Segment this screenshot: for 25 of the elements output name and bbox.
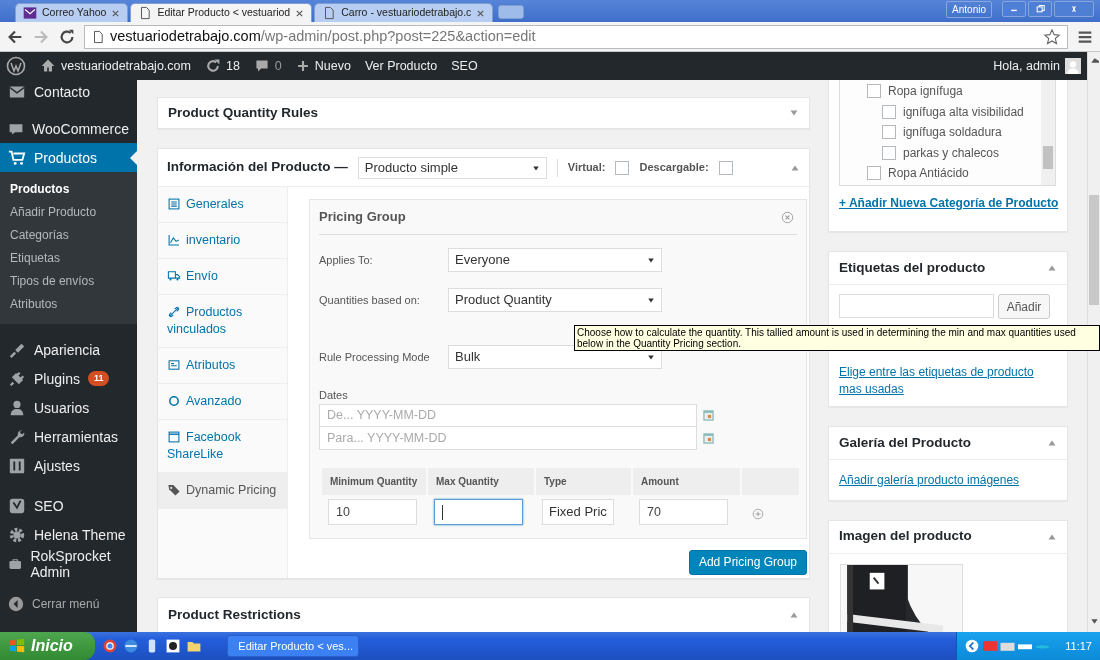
panel-title: Etiquetas del producto — [839, 258, 986, 277]
field-label: Rule Processing Mode — [319, 350, 431, 365]
category-label: Ropa Antiácido — [888, 165, 969, 183]
category-label: Ropa ignífuga — [888, 83, 963, 101]
column-header: Type — [536, 468, 631, 495]
column-header: Minimum Quantity — [322, 468, 426, 495]
field-label: Applies To: — [319, 253, 374, 268]
category-label: parkas y chalecos — [903, 144, 1000, 162]
panel-title: Product Restrictions — [168, 605, 301, 624]
tooltip: Choose how to calculate the quantity. This tallied amount is used in determining the min and max quantities used below in the Quantity Pricing section. — [574, 325, 1100, 351]
field-label: Quantities based on: — [319, 293, 421, 308]
checkbox-label: Descargable: — [639, 160, 709, 176]
column-header: Max Quantity — [428, 468, 534, 495]
panel-title: Imagen del producto — [839, 527, 972, 546]
column-header: Amount — [633, 468, 740, 495]
category-label: ignífuga soldadura — [903, 124, 1002, 142]
panel-title: Información del Producto — — [167, 158, 348, 177]
clock: 11:17 — [1065, 638, 1092, 654]
checkbox-label: Virtual: — [567, 160, 606, 176]
count-badge: 11 — [87, 370, 110, 387]
panel-title: Product Quantity Rules — [168, 103, 319, 122]
category-label: ignífuga alta visibilidad — [903, 103, 1024, 121]
field-label: Dates — [319, 388, 349, 401]
group-title: Pricing Group — [319, 208, 406, 227]
panel-title: Galería del Producto — [839, 433, 972, 452]
